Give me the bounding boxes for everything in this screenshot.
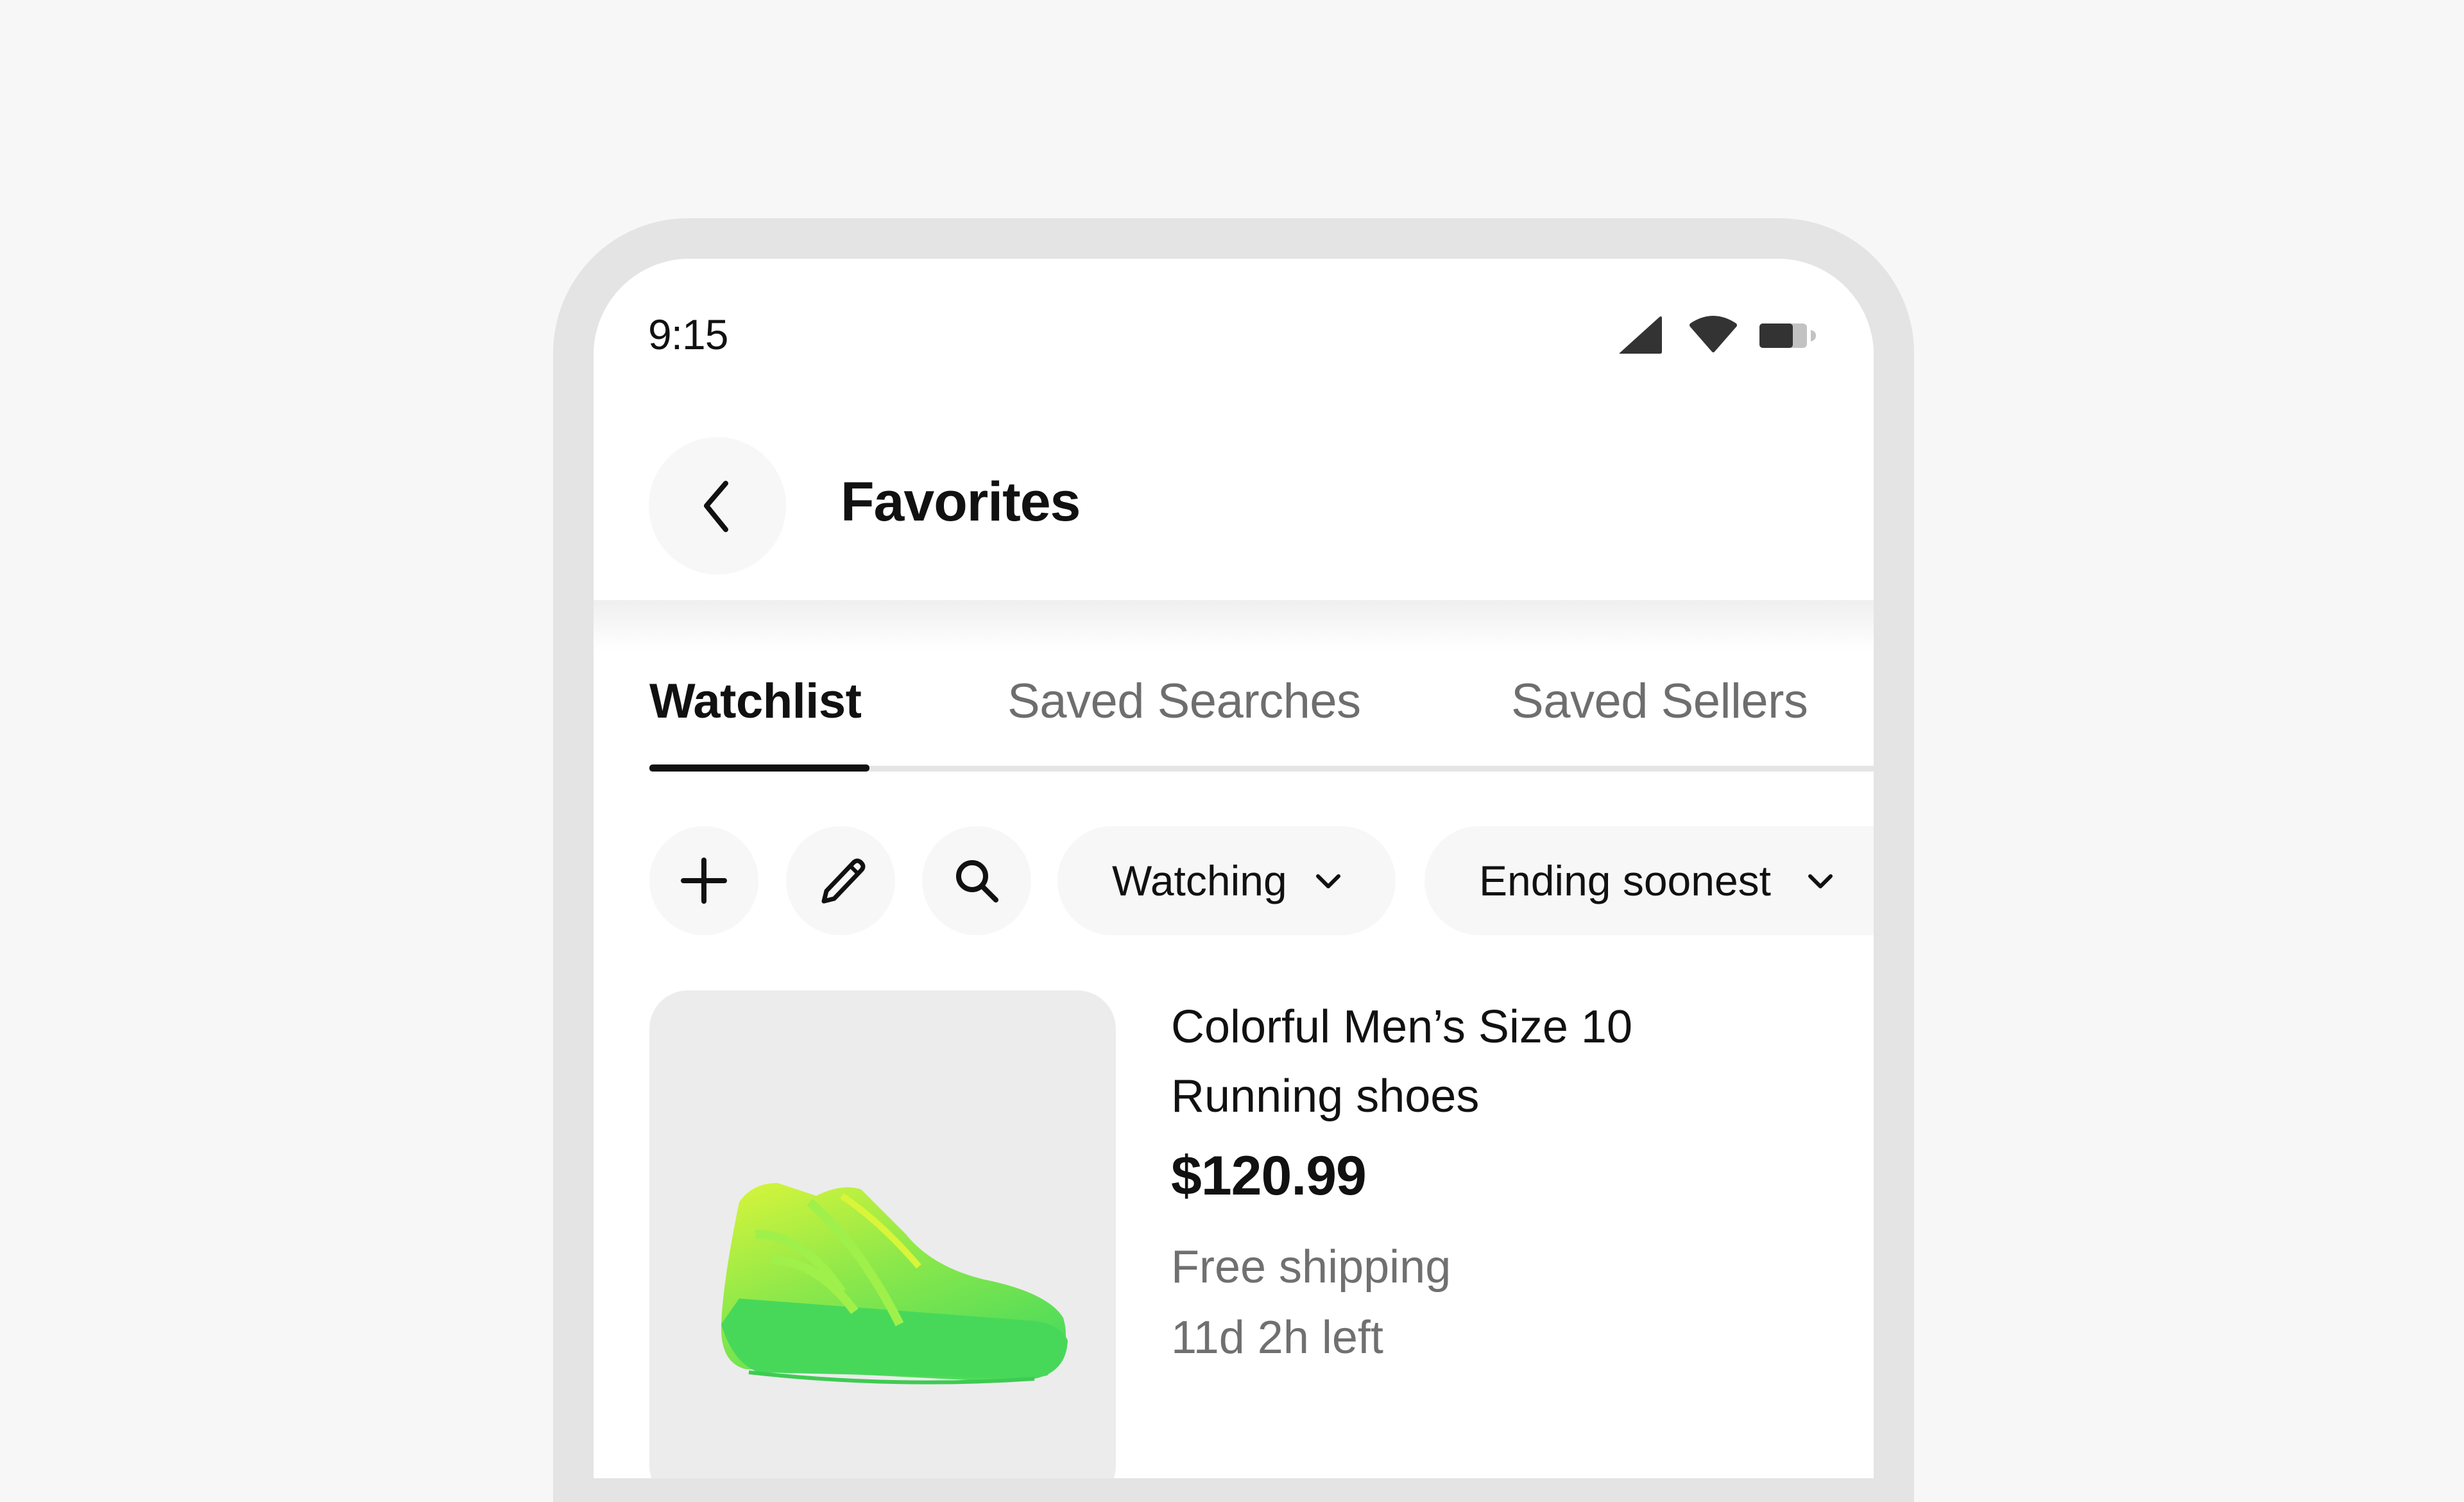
chevron-left-icon — [704, 481, 728, 532]
plus-icon — [681, 858, 727, 904]
wifi-icon — [1690, 316, 1737, 352]
cellular-signal-icon — [1619, 316, 1662, 354]
product-time-left: 11d 2h left — [1171, 1312, 1383, 1363]
status-time: 9:15 — [648, 311, 728, 358]
search-button[interactable] — [922, 826, 1031, 935]
phone-screen: 9:15 Favorites Watchlist Saved Searches … — [594, 259, 1874, 1478]
sort-chip-label: Ending soonest — [1479, 857, 1772, 904]
tab-saved-sellers[interactable]: Saved Sellers — [1511, 669, 1808, 734]
sneaker-image — [721, 1183, 1068, 1385]
back-button[interactable] — [649, 437, 786, 574]
app-header: 9:15 Favorites — [594, 259, 1874, 600]
product-shipping: Free shipping — [1171, 1241, 1451, 1293]
header-shadow — [594, 600, 1874, 652]
page-title: Favorites — [841, 471, 1081, 533]
product-image[interactable] — [649, 990, 1116, 1478]
tab-active-indicator — [649, 764, 869, 772]
battery-icon — [1759, 324, 1816, 348]
product-price: $120.99 — [1171, 1145, 1367, 1207]
chevron-down-icon — [1316, 874, 1340, 888]
pencil-icon — [821, 858, 866, 904]
product-title[interactable]: Colorful Men’s Size 10 Running shoes — [1171, 992, 1813, 1131]
tab-watchlist[interactable]: Watchlist — [649, 669, 862, 734]
tab-saved-searches[interactable]: Saved Searches — [1007, 669, 1361, 734]
filter-chip-watching[interactable]: Watching — [1057, 826, 1396, 935]
filter-chip-label: Watching — [1112, 857, 1287, 904]
tab-bar: Watchlist Saved Searches Saved Sellers — [594, 669, 1874, 772]
add-button[interactable] — [649, 826, 758, 935]
edit-button[interactable] — [786, 826, 895, 935]
search-icon — [956, 860, 998, 902]
sort-chip-ending-soonest[interactable]: Ending soonest — [1425, 826, 1874, 935]
chevron-down-icon — [1808, 874, 1833, 888]
